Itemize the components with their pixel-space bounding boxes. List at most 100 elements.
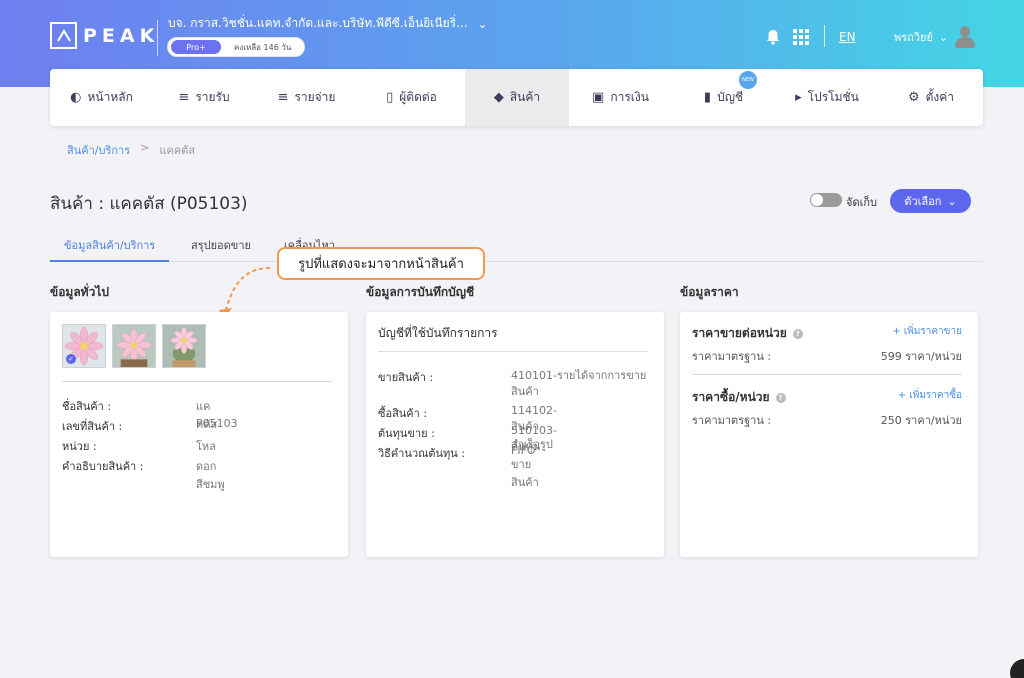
- product-tabs: ข้อมูลสินค้า/บริการ สรุปยอดขาย เคลื่อนไห…: [50, 230, 983, 262]
- sale-standard-value: 599 ราคา/หน่วย: [880, 350, 962, 363]
- avatar: [954, 25, 976, 49]
- field-label: ขายสินค้า :: [378, 371, 434, 384]
- purchase-price-title: ราคาซื้อ/หน่วย: [692, 390, 770, 404]
- purchase-price-block: ราคาซื้อ/หน่วย ? + เพิ่มราคาซื้อ ราคามาต…: [692, 388, 962, 429]
- plan-badge: Pro+: [171, 40, 221, 54]
- nav-item-settings[interactable]: ⚙ ตั้งค่า: [879, 69, 983, 126]
- breadcrumb-current: แคคตัส: [159, 144, 196, 157]
- options-button[interactable]: ตัวเลือก ⌄: [890, 189, 971, 213]
- nav-item-promotion[interactable]: ▸ โปรโมชั่น: [775, 69, 879, 126]
- tab-sales-summary[interactable]: สรุปยอดขาย: [177, 236, 265, 262]
- chevron-down-icon: ⌄: [947, 195, 957, 208]
- accounting-card: บัญชีที่ใช้บันทึกรายการ ขายสินค้า : 4101…: [366, 312, 664, 557]
- field-value: P05103: [196, 417, 238, 430]
- product-thumbnail[interactable]: [112, 324, 156, 368]
- field-label: ต้นทุนขาย :: [378, 427, 435, 440]
- plan-status: Pro+ คงเหลือ 146 วัน: [167, 37, 305, 57]
- nav-item-contacts[interactable]: ▯ ผู้ติดต่อ: [358, 69, 465, 126]
- field-label: ซื้อสินค้า :: [378, 407, 428, 420]
- product-thumbnail[interactable]: [162, 324, 206, 368]
- user-name: พรถวิยย์: [894, 31, 933, 44]
- apps-grid-icon[interactable]: [793, 25, 809, 49]
- header-divider: [824, 25, 825, 47]
- help-icon[interactable]: ?: [775, 392, 786, 403]
- archive-toggle[interactable]: [810, 193, 842, 207]
- accounting-card-title: บัญชีที่ใช้บันทึกรายการ: [378, 326, 498, 340]
- image-source-callout: รูปที่แสดงจะมาจากหน้าสินค้า: [277, 247, 485, 280]
- logo-mark-icon: [50, 22, 77, 49]
- nav-label: ผู้ติดต่อ: [399, 90, 437, 104]
- product-box-icon: ◆: [493, 90, 504, 105]
- add-sale-price-link[interactable]: + เพิ่มราคาขาย: [892, 324, 962, 339]
- header-divider: [157, 20, 158, 56]
- money-icon: ▣: [592, 90, 605, 105]
- new-badge: NEW: [739, 71, 757, 89]
- breadcrumb-parent-link[interactable]: สินค้า/บริการ: [67, 141, 130, 159]
- nav-label: การเงิน: [610, 90, 649, 104]
- field-value: 410101-รายได้จากการขายสินค้า: [511, 369, 647, 398]
- main-nav: ◐ หน้าหลัก ≡ รายรับ ≡ รายจ่าย ▯ ผู้ติดต่…: [50, 69, 983, 126]
- nav-item-finance[interactable]: ▣ การเงิน: [569, 69, 672, 126]
- settings-gear-icon: ⚙: [907, 90, 920, 105]
- nav-item-expense[interactable]: ≡ รายจ่าย: [255, 69, 358, 126]
- field-label: ชื่อสินค้า :: [62, 400, 112, 413]
- product-image-gallery: ✓: [62, 324, 206, 368]
- nav-item-income[interactable]: ≡ รายรับ: [153, 69, 255, 126]
- accounting-section-title: ข้อมูลการบันทึกบัญชี: [366, 285, 475, 299]
- tab-product-info[interactable]: ข้อมูลสินค้า/บริการ: [50, 236, 170, 262]
- breadcrumb: สินค้า/บริการ > แคคตัส: [67, 141, 195, 159]
- nav-label: บัญชี: [717, 90, 744, 104]
- field-value: FIFO: [511, 444, 536, 457]
- purchase-standard-label: ราคามาตรฐาน :: [692, 414, 772, 427]
- chat-widget-button[interactable]: [1010, 659, 1024, 678]
- chevron-down-icon: ⌄: [938, 30, 949, 44]
- nav-label: สินค้า: [509, 90, 541, 104]
- user-menu[interactable]: พรถวิยย์ ⌄: [894, 25, 976, 49]
- income-list-icon: ≡: [178, 90, 190, 105]
- chevron-down-icon: ⌄: [477, 16, 488, 31]
- nav-item-accounting[interactable]: ▮ บัญชี NEW: [672, 69, 775, 126]
- nav-label: รายรับ: [195, 90, 230, 104]
- megaphone-icon: ▸: [795, 90, 802, 105]
- nav-item-products[interactable]: ◆ สินค้า: [465, 69, 569, 126]
- sale-standard-label: ราคามาตรฐาน :: [692, 350, 772, 363]
- general-section-title: ข้อมูลทั่วไป: [50, 285, 109, 299]
- pricing-section-title: ข้อมูลราคา: [680, 285, 739, 299]
- divider: [62, 381, 332, 382]
- company-selector[interactable]: บจ. กราส.วิชชั่น.แคท.จำกัด.และ.บริษัท.พี…: [168, 14, 488, 33]
- nav-label: รายจ่าย: [294, 90, 336, 104]
- company-name: บจ. กราส.วิชชั่น.แคท.จำกัด.และ.บริษัท.พี…: [168, 16, 468, 30]
- sale-price-title: ราคาขายต่อหน่วย: [692, 326, 787, 340]
- bell-icon[interactable]: [766, 25, 780, 49]
- nav-label: หน้าหลัก: [87, 90, 133, 104]
- field-label: คำอธิบายสินค้า :: [62, 460, 144, 473]
- add-purchase-price-link[interactable]: + เพิ่มราคาซื้อ: [898, 388, 962, 403]
- nav-label: โปรโมชั่น: [807, 90, 859, 104]
- archive-label: จัดเก็บ: [846, 196, 877, 209]
- product-thumbnail[interactable]: ✓: [62, 324, 106, 368]
- help-icon[interactable]: ?: [792, 328, 803, 339]
- nav-item-home[interactable]: ◐ หน้าหลัก: [50, 69, 153, 126]
- contacts-icon: ▯: [386, 90, 394, 105]
- field-label: เลขที่สินค้า :: [62, 420, 123, 433]
- field-label: วิธีคำนวณต้นทุน :: [378, 447, 465, 460]
- nav-label: ตั้งค่า: [925, 90, 955, 104]
- pricing-card: ราคาขายต่อหน่วย ? + เพิ่มราคาขาย ราคามาต…: [680, 312, 978, 557]
- field-value: 510103-ต้นทุนขายสินค้า: [511, 424, 557, 489]
- divider: [378, 351, 648, 352]
- breadcrumb-separator: >: [140, 141, 150, 154]
- expense-list-icon: ≡: [277, 90, 289, 105]
- field-label: หน่วย :: [62, 440, 97, 453]
- general-info-card: ✓ ชื่อสินค้า: แคคตัส เลขที่สินค้า: P05…: [50, 312, 348, 557]
- logo-text: PEAK: [83, 24, 160, 47]
- field-value: ดอกสีชมพู: [196, 460, 225, 491]
- peak-logo[interactable]: PEAK: [50, 22, 159, 49]
- plan-remaining: คงเหลือ 146 วัน: [234, 43, 292, 52]
- page-title: สินค้า : แคคตัส (P05103): [50, 194, 248, 214]
- divider: [692, 374, 962, 375]
- ledger-icon: ▮: [703, 90, 712, 105]
- sale-price-block: ราคาขายต่อหน่วย ? + เพิ่มราคาขาย ราคามาต…: [692, 324, 962, 365]
- field-value: โหล: [196, 440, 216, 453]
- dashboard-icon: ◐: [70, 90, 82, 105]
- language-switch[interactable]: EN: [839, 25, 856, 49]
